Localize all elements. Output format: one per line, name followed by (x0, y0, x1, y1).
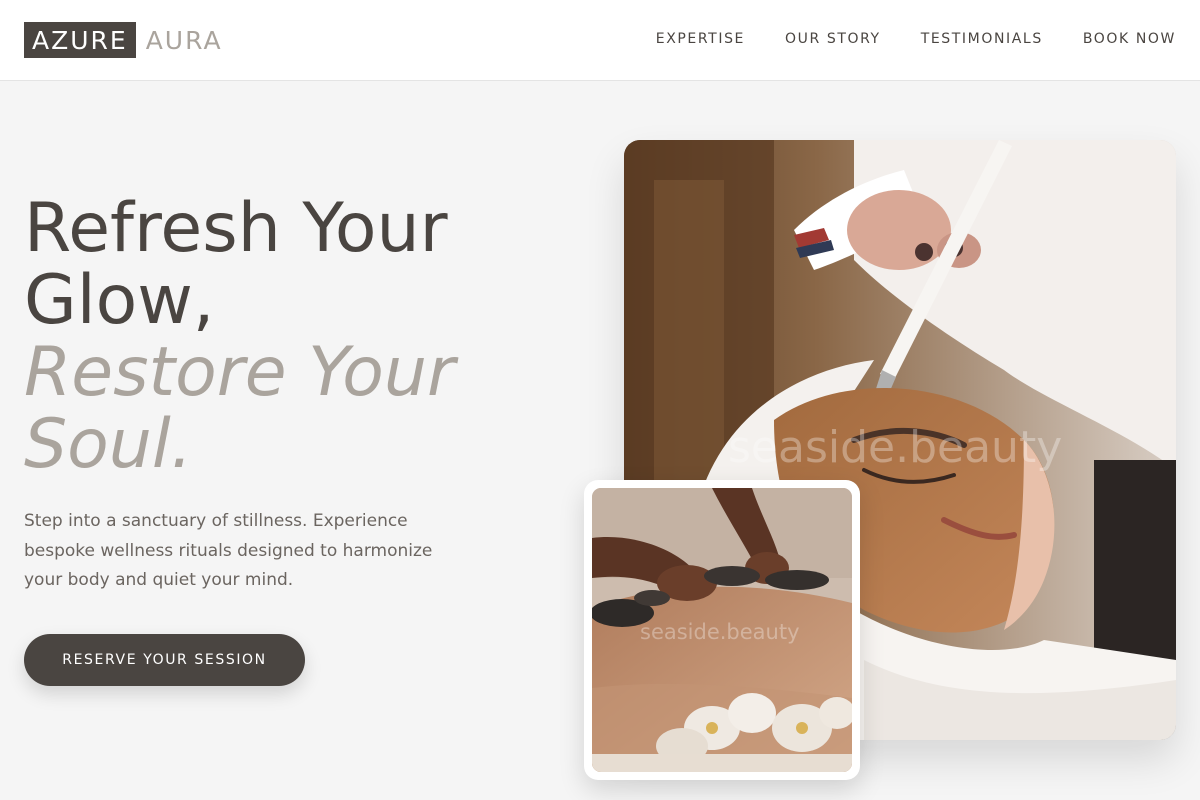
headline-line-1: Refresh Your (24, 189, 448, 268)
headline-line-2: Glow, (24, 261, 215, 340)
site-header: AZURE AURA EXPERTISE OUR STORY TESTIMONI… (0, 0, 1200, 81)
nav-link-our-story[interactable]: OUR STORY (785, 31, 881, 47)
headline-italic-line-2: Soul. (24, 405, 193, 484)
reserve-session-button[interactable]: RESERVE YOUR SESSION (24, 634, 305, 686)
hot-stone-massage-photo: seaside.beauty (592, 488, 852, 772)
hero-description: Step into a sanctuary of stillness. Expe… (24, 511, 433, 590)
nav-link-testimonials[interactable]: TESTIMONIALS (921, 31, 1043, 47)
logo-wordmark: AURA (145, 25, 223, 55)
secondary-photo-watermark: seaside.beauty (640, 620, 800, 644)
logo[interactable]: AZURE AURA (24, 22, 223, 58)
headline-italic-line-1: Restore Your (24, 333, 455, 412)
hot-stone-photo-card: seaside.beauty (584, 480, 860, 780)
logo-mark: AZURE (24, 22, 136, 58)
main-nav: EXPERTISE OUR STORY TESTIMONIALS BOOK NO… (616, 31, 1176, 47)
hero-headline: Refresh Your Glow, Restore Your Soul. (24, 193, 544, 481)
nav-link-book-now[interactable]: BOOK NOW (1083, 31, 1176, 47)
main-photo-watermark: seaside.beauty (728, 422, 1063, 473)
nav-link-expertise[interactable]: EXPERTISE (656, 31, 745, 47)
